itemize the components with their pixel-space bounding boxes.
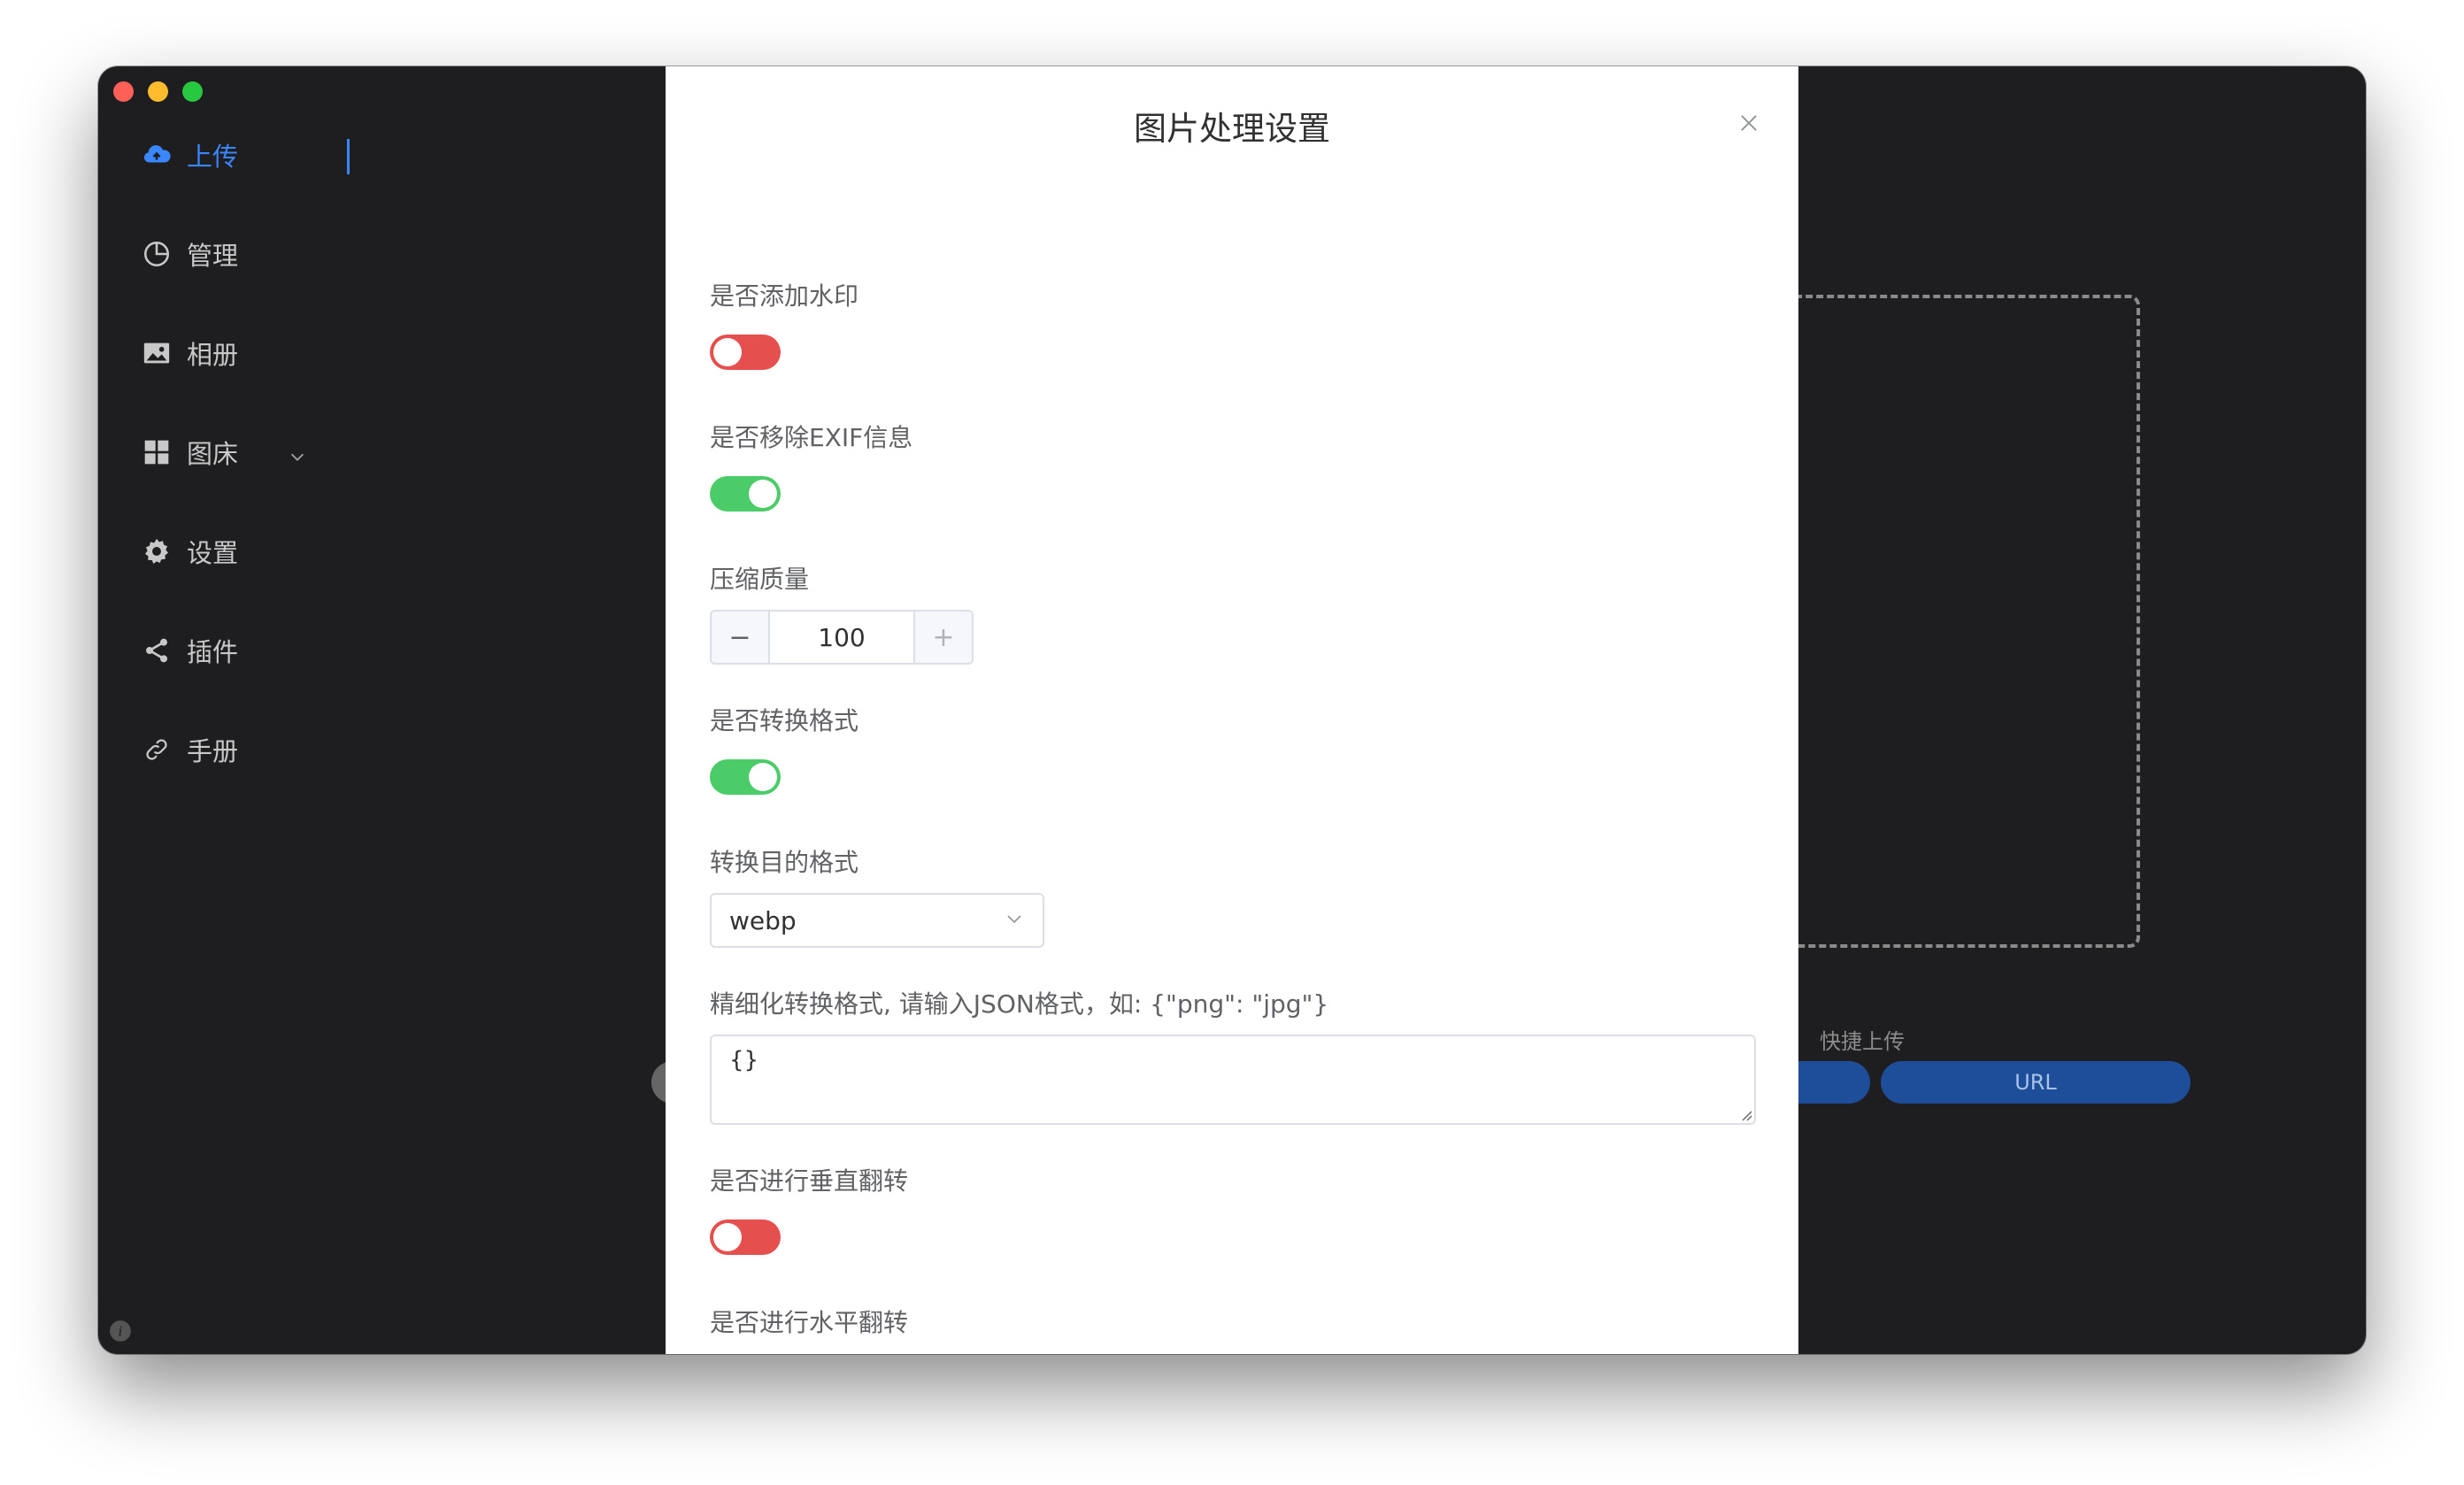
watermark-toggle[interactable] xyxy=(710,335,781,370)
sidebar-item-label: 图床 xyxy=(187,439,239,469)
sidebar-item-label: 设置 xyxy=(187,538,239,568)
increase-button[interactable]: + xyxy=(913,612,972,663)
url-upload-button[interactable]: URL xyxy=(1881,1061,2191,1104)
chevron-down-icon xyxy=(288,442,307,462)
share-icon xyxy=(141,635,173,666)
sidebar-item-label: 上传 xyxy=(187,142,239,172)
sidebar: 上传 管理 相册 图床 设置 插件 手册 i xyxy=(98,66,665,1354)
target-format-label: 转换目的格式 xyxy=(710,848,859,877)
convert-format-toggle[interactable] xyxy=(710,759,781,795)
active-indicator xyxy=(347,139,350,174)
info-icon[interactable]: i xyxy=(109,1320,132,1343)
sidebar-item-manual[interactable]: 手册 xyxy=(141,723,238,776)
quality-input[interactable] xyxy=(770,612,913,663)
watermark-label: 是否添加水印 xyxy=(710,281,859,311)
sidebar-item-label: 插件 xyxy=(187,637,239,667)
decrease-button[interactable]: − xyxy=(712,612,770,663)
remove-exif-label: 是否移除EXIF信息 xyxy=(710,423,913,452)
gear-icon xyxy=(141,535,173,567)
quality-stepper: − + xyxy=(710,610,974,665)
sidebar-item-label: 手册 xyxy=(187,736,239,766)
sidebar-item-upload[interactable]: 上传 xyxy=(141,128,238,181)
flip-horizontal-label: 是否进行水平翻转 xyxy=(710,1308,909,1337)
sidebar-item-album[interactable]: 相册 xyxy=(141,327,238,380)
cloud-upload-icon xyxy=(141,139,173,171)
resize-handle-icon[interactable] xyxy=(1738,1107,1752,1121)
close-icon[interactable] xyxy=(1736,111,1761,135)
sidebar-item-manage[interactable]: 管理 xyxy=(141,227,238,281)
image-processing-dialog: 图片处理设置 是否添加水印 是否移除EXIF信息 压缩质量 − + 是否转换格式… xyxy=(666,66,1798,1354)
sidebar-item-plugins[interactable]: 插件 xyxy=(141,624,238,677)
convert-label: 是否转换格式 xyxy=(710,706,859,735)
flip-vertical-toggle[interactable] xyxy=(710,1220,781,1255)
chevron-down-icon xyxy=(1004,908,1025,933)
pie-chart-icon xyxy=(141,238,173,270)
format-map-textarea[interactable]: {} xyxy=(710,1035,1756,1125)
target-format-select[interactable]: webp xyxy=(710,893,1044,948)
grid-icon xyxy=(141,436,173,468)
format-map-label: 精细化转换格式, 请输入JSON格式，如: {"png": "jpg"} xyxy=(710,989,1329,1019)
sidebar-item-picbed[interactable]: 图床 xyxy=(141,426,307,479)
quick-upload-label: 快捷上传 xyxy=(1820,1029,1905,1054)
sidebar-item-settings[interactable]: 设置 xyxy=(141,525,238,578)
svg-text:i: i xyxy=(119,1323,123,1339)
flip-vertical-label: 是否进行垂直翻转 xyxy=(710,1166,909,1196)
remove-exif-toggle[interactable] xyxy=(710,476,781,512)
select-value: webp xyxy=(729,905,797,935)
image-icon xyxy=(141,337,173,369)
quality-label: 压缩质量 xyxy=(710,565,810,594)
sidebar-item-label: 管理 xyxy=(187,241,239,271)
sidebar-item-label: 相册 xyxy=(187,340,239,370)
link-icon xyxy=(141,734,173,766)
dialog-title: 图片处理设置 xyxy=(1134,110,1330,148)
